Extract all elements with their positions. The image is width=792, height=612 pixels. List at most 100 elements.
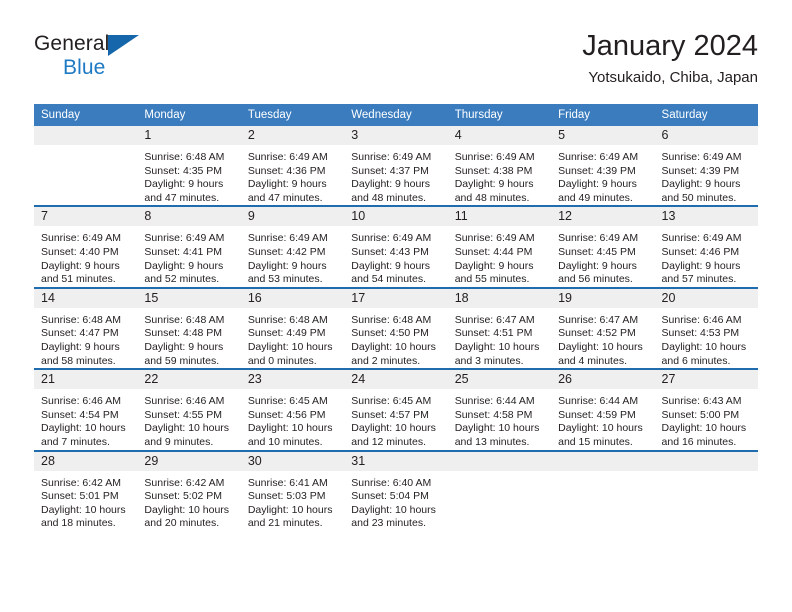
sunrise-text: Sunrise: 6:44 AM <box>558 395 639 408</box>
day-cell[interactable]: 5 Sunrise: 6:49 AM Sunset: 4:39 PM Dayli… <box>551 126 655 206</box>
day-cell <box>447 449 552 531</box>
sunrise-text: Sunrise: 6:47 AM <box>558 313 639 326</box>
day-cell[interactable]: 20 Sunrise: 6:46 AM Sunset: 4:53 PM Dayl… <box>654 286 758 370</box>
day-number: 10 <box>344 207 448 227</box>
daylight-text-line1: Daylight: 10 hours <box>558 340 643 353</box>
daylight-text-line2: and 56 minutes. <box>558 273 633 286</box>
day-cell[interactable]: 4 Sunrise: 6:49 AM Sunset: 4:38 PM Dayli… <box>447 126 552 206</box>
daylight-text-line2: and 7 minutes. <box>41 435 110 448</box>
day-cell[interactable]: 30 Sunrise: 6:41 AM Sunset: 5:03 PM Dayl… <box>240 449 345 531</box>
day-cell[interactable]: 21 Sunrise: 6:46 AM Sunset: 4:54 PM Dayl… <box>34 368 138 451</box>
sunset-text: Sunset: 4:46 PM <box>661 245 740 258</box>
day-number: 8 <box>137 207 241 227</box>
weekday-header-thursday: Thursday <box>447 104 552 126</box>
day-number: 7 <box>34 207 138 227</box>
daylight-text-line2: and 0 minutes. <box>247 354 317 367</box>
day-cell[interactable]: 9 Sunrise: 6:49 AM Sunset: 4:42 PM Dayli… <box>240 205 345 288</box>
day-number: 9 <box>240 207 345 227</box>
day-number: 3 <box>344 126 448 145</box>
day-cell[interactable]: 26 Sunrise: 6:44 AM Sunset: 4:59 PM Dayl… <box>551 368 655 451</box>
day-number: 29 <box>137 451 241 471</box>
sunset-text: Sunset: 4:36 PM <box>247 164 326 177</box>
day-details: Sunrise: 6:49 AM Sunset: 4:42 PM Dayligh… <box>241 226 344 286</box>
sunrise-text: Sunrise: 6:49 AM <box>454 151 535 163</box>
logo-triangle-icon <box>108 35 139 56</box>
day-cell[interactable]: 29 Sunrise: 6:42 AM Sunset: 5:02 PM Dayl… <box>137 449 241 531</box>
sunrise-text: Sunrise: 6:48 AM <box>144 151 225 163</box>
day-cell[interactable]: 24 Sunrise: 6:45 AM Sunset: 4:57 PM Dayl… <box>344 368 448 451</box>
daylight-text-line2: and 20 minutes. <box>144 517 220 530</box>
sunrise-text: Sunrise: 6:47 AM <box>454 313 535 326</box>
sunrise-text: Sunrise: 6:44 AM <box>454 395 535 408</box>
sunrise-text: Sunrise: 6:41 AM <box>247 476 328 489</box>
daylight-text-line2: and 48 minutes. <box>351 191 426 204</box>
day-cell[interactable]: 28 Sunrise: 6:42 AM Sunset: 5:01 PM Dayl… <box>34 449 138 531</box>
day-cell[interactable]: 27 Sunrise: 6:43 AM Sunset: 5:00 PM Dayl… <box>654 368 758 451</box>
sunset-text: Sunset: 4:48 PM <box>144 327 223 340</box>
calendar-page: General Blue January 2024 Yotsukaido, Ch… <box>0 0 792 612</box>
day-cell[interactable]: 15 Sunrise: 6:48 AM Sunset: 4:48 PM Dayl… <box>137 286 241 370</box>
daylight-text-line1: Daylight: 9 hours <box>247 178 327 191</box>
day-cell[interactable]: 14 Sunrise: 6:48 AM Sunset: 4:47 PM Dayl… <box>34 286 138 370</box>
day-cell[interactable]: 3 Sunrise: 6:49 AM Sunset: 4:37 PM Dayli… <box>344 126 448 206</box>
day-details: Sunrise: 6:45 AM Sunset: 4:57 PM Dayligh… <box>344 389 447 449</box>
day-cell[interactable]: 12 Sunrise: 6:49 AM Sunset: 4:45 PM Dayl… <box>551 205 655 288</box>
day-cell[interactable]: 19 Sunrise: 6:47 AM Sunset: 4:52 PM Dayl… <box>551 286 655 370</box>
daylight-text-line2: and 48 minutes. <box>454 191 530 204</box>
day-number: 5 <box>551 126 655 145</box>
sunrise-text: Sunrise: 6:46 AM <box>41 395 121 408</box>
day-cell[interactable]: 1 Sunrise: 6:48 AM Sunset: 4:35 PM Dayli… <box>137 126 241 206</box>
day-details: Sunrise: 6:44 AM Sunset: 4:58 PM Dayligh… <box>448 389 551 449</box>
day-cell[interactable]: 23 Sunrise: 6:45 AM Sunset: 4:56 PM Dayl… <box>240 368 345 451</box>
day-details: Sunrise: 6:49 AM Sunset: 4:45 PM Dayligh… <box>551 226 654 286</box>
sunrise-text: Sunrise: 6:48 AM <box>144 313 225 326</box>
daylight-text-line1: Daylight: 9 hours <box>41 340 120 353</box>
sunset-text: Sunset: 4:40 PM <box>41 245 119 258</box>
day-cell[interactable]: 2 Sunrise: 6:49 AM Sunset: 4:36 PM Dayli… <box>240 126 345 206</box>
day-cell[interactable]: 10 Sunrise: 6:49 AM Sunset: 4:43 PM Dayl… <box>344 205 448 288</box>
day-details: Sunrise: 6:49 AM Sunset: 4:37 PM Dayligh… <box>344 145 447 205</box>
sunrise-text: Sunrise: 6:49 AM <box>247 232 328 245</box>
weekday-header-sunday: Sunday <box>34 104 138 126</box>
daylight-text-line2: and 12 minutes. <box>351 435 426 448</box>
day-cell[interactable]: 16 Sunrise: 6:48 AM Sunset: 4:49 PM Dayl… <box>240 286 345 370</box>
day-details: Sunrise: 6:48 AM Sunset: 4:49 PM Dayligh… <box>241 308 344 368</box>
general-blue-logo: General Blue <box>34 32 264 88</box>
sunrise-text: Sunrise: 6:42 AM <box>144 476 225 489</box>
day-cell[interactable]: 31 Sunrise: 6:40 AM Sunset: 5:04 PM Dayl… <box>344 449 448 531</box>
daylight-text-line1: Daylight: 10 hours <box>41 422 126 435</box>
day-cell[interactable]: 25 Sunrise: 6:44 AM Sunset: 4:58 PM Dayl… <box>447 368 552 451</box>
day-cell[interactable]: 7 Sunrise: 6:49 AM Sunset: 4:40 PM Dayli… <box>34 205 138 288</box>
sunset-text: Sunset: 4:42 PM <box>247 245 326 258</box>
daylight-text-line1: Daylight: 10 hours <box>41 503 126 516</box>
sunset-text: Sunset: 4:44 PM <box>454 245 533 258</box>
sunset-text: Sunset: 4:50 PM <box>351 327 429 340</box>
day-cell[interactable]: 17 Sunrise: 6:48 AM Sunset: 4:50 PM Dayl… <box>344 286 448 370</box>
day-details: Sunrise: 6:42 AM Sunset: 5:01 PM Dayligh… <box>34 471 137 531</box>
daylight-text-line2: and 16 minutes. <box>661 435 737 448</box>
sunrise-text: Sunrise: 6:46 AM <box>661 313 742 326</box>
day-details: Sunrise: 6:42 AM Sunset: 5:02 PM Dayligh… <box>137 471 240 531</box>
sunrise-text: Sunrise: 6:48 AM <box>41 313 121 326</box>
day-cell <box>654 449 758 531</box>
sunset-text: Sunset: 4:41 PM <box>144 245 223 258</box>
daylight-text-line1: Daylight: 9 hours <box>144 340 224 353</box>
daylight-text-line1: Daylight: 10 hours <box>351 340 436 353</box>
day-cell[interactable]: 18 Sunrise: 6:47 AM Sunset: 4:51 PM Dayl… <box>447 286 552 370</box>
day-number <box>654 451 758 471</box>
day-cell[interactable]: 8 Sunrise: 6:49 AM Sunset: 4:41 PM Dayli… <box>137 205 241 288</box>
week-row: 14 Sunrise: 6:48 AM Sunset: 4:47 PM Dayl… <box>34 286 758 370</box>
daylight-text-line2: and 54 minutes. <box>351 273 426 286</box>
daylight-text-line1: Daylight: 9 hours <box>351 259 431 272</box>
day-cell[interactable]: 13 Sunrise: 6:49 AM Sunset: 4:46 PM Dayl… <box>654 205 758 288</box>
day-cell[interactable]: 11 Sunrise: 6:49 AM Sunset: 4:44 PM Dayl… <box>447 205 552 288</box>
sunset-text: Sunset: 4:51 PM <box>454 327 533 340</box>
sunset-text: Sunset: 4:47 PM <box>41 327 119 340</box>
day-cell[interactable]: 6 Sunrise: 6:49 AM Sunset: 4:39 PM Dayli… <box>654 126 758 206</box>
day-number: 18 <box>447 288 552 308</box>
daylight-text-line1: Daylight: 10 hours <box>454 340 540 353</box>
day-number: 11 <box>447 207 552 227</box>
daylight-text-line2: and 3 minutes. <box>454 354 524 367</box>
day-cell[interactable]: 22 Sunrise: 6:46 AM Sunset: 4:55 PM Dayl… <box>137 368 241 451</box>
daylight-text-line2: and 13 minutes. <box>454 435 530 448</box>
